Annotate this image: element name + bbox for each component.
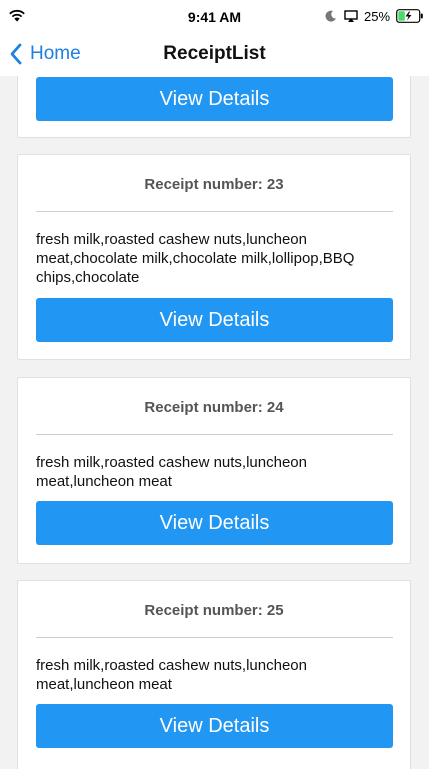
card-divider: [36, 211, 393, 212]
navigation-bar: Home ReceiptList: [0, 32, 429, 76]
view-details-button[interactable]: View Details: [36, 298, 393, 342]
view-details-button[interactable]: View Details: [36, 77, 393, 121]
page-title: ReceiptList: [163, 43, 266, 64]
card-divider: [36, 434, 393, 435]
battery-icon: [396, 9, 423, 23]
receipt-card: Receipt number: 23 fresh milk,roasted ca…: [17, 154, 411, 360]
receipt-card: Receipt number: 24 fresh milk,roasted ca…: [17, 377, 411, 564]
moon-icon: [325, 10, 336, 22]
receipt-items: fresh milk,roasted cashew nuts,luncheon …: [36, 657, 307, 693]
airplay-icon: [344, 10, 358, 22]
card-divider: [36, 637, 393, 638]
receipt-items: fresh milk,roasted cashew nuts,luncheon …: [36, 231, 355, 286]
view-details-button[interactable]: View Details: [36, 704, 393, 748]
receipt-items: fresh milk,roasted cashew nuts,luncheon …: [36, 454, 307, 490]
status-bar: 9:41 AM 25%: [0, 0, 429, 32]
receipt-list-screen: View Details Receipt number: 23 fresh mi…: [0, 0, 429, 769]
view-details-button[interactable]: View Details: [36, 501, 393, 545]
receipt-heading: Receipt number: 24: [144, 399, 284, 416]
receipt-heading: Receipt number: 23: [144, 176, 284, 193]
battery-percent: 25%: [364, 9, 391, 24]
receipt-card: Receipt number: 25 fresh milk,roasted ca…: [17, 580, 411, 769]
receipt-heading: Receipt number: 25: [144, 602, 284, 619]
